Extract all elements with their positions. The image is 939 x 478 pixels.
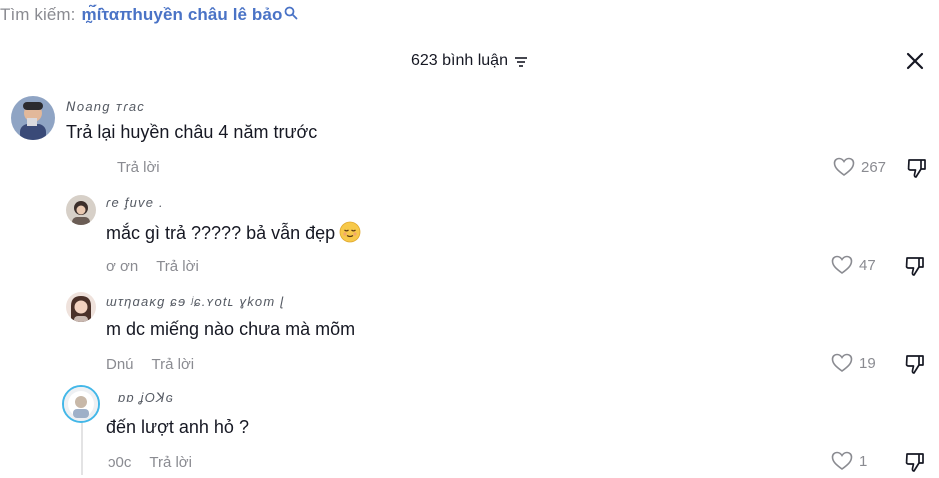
like-button[interactable]: 47	[831, 255, 876, 275]
like-button[interactable]: 1	[831, 451, 867, 471]
search-bar[interactable]: Tìm kiếm: m̰̃́ί̂ταπhuyền châu lê bảo	[0, 2, 298, 28]
reply-button[interactable]: Trả lời	[156, 258, 199, 275]
heart-icon	[833, 157, 855, 176]
like-button[interactable]: 19	[831, 353, 876, 373]
relieved-face-icon	[339, 221, 361, 243]
comment-text-content: mắc gì trả ????? bả vẫn đẹp	[106, 223, 336, 243]
reply-button[interactable]: Trả lời	[149, 454, 192, 471]
thumbs-down-icon[interactable]	[904, 353, 926, 375]
comment-meta: ɔ0c Trả lời	[108, 454, 192, 471]
comments-count-title: 623 bình luận	[411, 52, 508, 69]
thumbs-down-icon[interactable]	[904, 255, 926, 277]
comment-username[interactable]: ɒɒ ʝOꓘɢ	[118, 390, 174, 406]
avatar[interactable]	[66, 292, 96, 322]
search-icon[interactable]	[284, 5, 298, 20]
comment-meta: Dnú Trả lời	[106, 356, 194, 373]
avatar[interactable]	[62, 385, 100, 423]
comment-username[interactable]: ɯτηɑaκɡ ɕɘ ʲɕ.ʏotʟ ɣkom ɭ	[106, 294, 284, 309]
comment-meta: Trả lời	[117, 159, 160, 176]
reply-button[interactable]: Trả lời	[152, 356, 195, 373]
comment-time: Dnú	[106, 356, 134, 373]
heart-icon	[831, 451, 853, 470]
avatar[interactable]	[11, 96, 55, 140]
comment-time: ơ ơn	[106, 258, 139, 275]
like-count: 19	[859, 354, 876, 372]
comment-meta: ơ ơn Trả lời	[106, 258, 199, 275]
close-icon[interactable]	[904, 50, 926, 72]
comments-header: 623 bình luận	[0, 50, 939, 72]
sort-icon[interactable]	[514, 55, 528, 67]
comment-time: ɔ0c	[108, 454, 132, 471]
comment-text: Trả lại huyền châu 4 năm trước	[66, 122, 318, 142]
like-count: 47	[859, 256, 876, 274]
comment-username[interactable]: ꓠoang ᴛɾac	[66, 99, 145, 115]
like-button[interactable]: 267	[833, 157, 886, 177]
heart-icon	[831, 255, 853, 274]
like-count: 1	[859, 452, 868, 470]
like-count: 267	[861, 158, 887, 176]
thumbs-down-icon[interactable]	[906, 157, 928, 179]
comment-username[interactable]: ɾe ᶂuve .	[106, 195, 164, 210]
reply-button[interactable]: Trả lời	[117, 159, 160, 176]
avatar[interactable]	[66, 195, 96, 225]
thumbs-down-icon[interactable]	[904, 451, 926, 473]
comment-text: m dc miếng nào chưa mà mõm	[106, 319, 356, 339]
search-term-link[interactable]: m̰̃́ί̂ταπhuyền châu lê bảo	[82, 5, 283, 25]
comment-text: đến lượt anh hỏ ?	[106, 417, 249, 437]
search-label: Tìm kiếm:	[0, 5, 76, 24]
comment-text: mắc gì trả ????? bả vẫn đẹp	[106, 221, 361, 244]
heart-icon	[831, 353, 853, 372]
